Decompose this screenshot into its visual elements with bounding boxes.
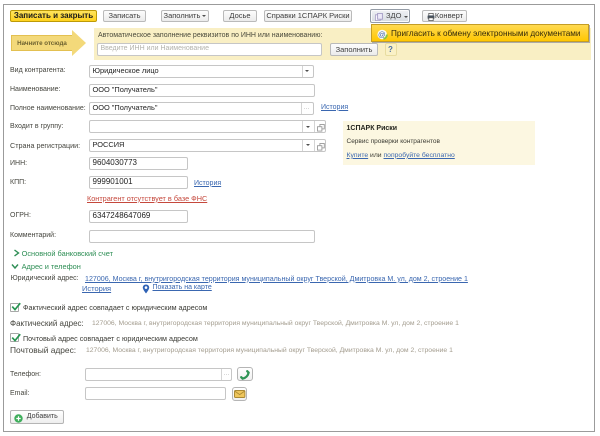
svg-text:@: @ (378, 30, 386, 39)
